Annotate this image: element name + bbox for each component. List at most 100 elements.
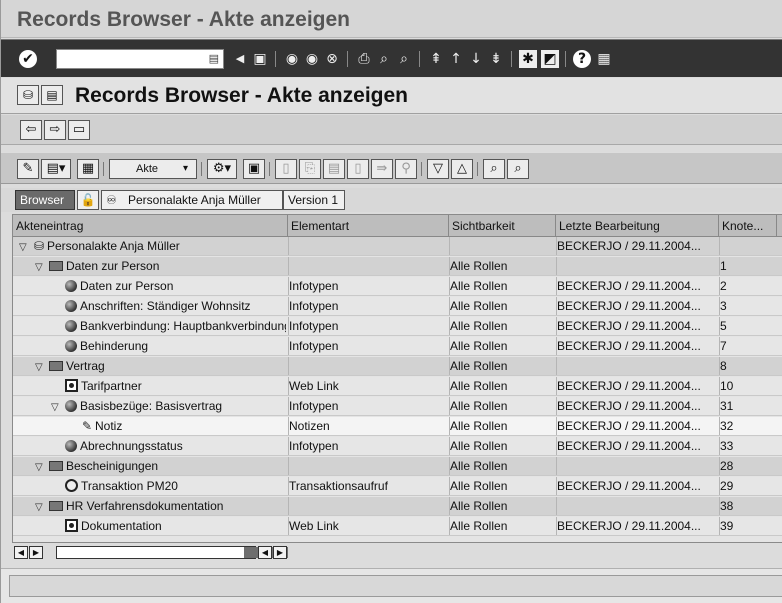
print-icon[interactable]: ⎙ (355, 50, 373, 68)
records-browser-icon[interactable]: ⛁ (17, 85, 39, 105)
cell-elementart (289, 457, 447, 475)
cell-letzte-bearbeitung: BECKERJO / 29.11.2004... (557, 279, 701, 293)
expand-all-icon[interactable]: ▽ (427, 159, 449, 179)
table-row[interactable]: Behinderung Infotypen Alle Rollen BECKERJO … (13, 337, 782, 356)
cell-letzte-bearbeitung: BECKERJO / 29.11.2004... (557, 419, 701, 433)
cell-sichtbarkeit: Alle Rollen (450, 379, 508, 393)
table-row[interactable]: ▽ Daten zur Person Alle Rollen 1 (13, 257, 782, 276)
page-title: Records Browser - Akte anzeigen (75, 84, 408, 107)
layout-menu-icon[interactable]: ▦ (595, 50, 613, 68)
expand-toggle-icon[interactable]: ▽ (35, 459, 47, 475)
table-view-icon[interactable]: ▦ (77, 159, 99, 179)
forward-icon[interactable]: ⇛ (371, 159, 393, 179)
cell-akteneintrag: ▽ ⛁ Personalakte Anja Müller (13, 237, 286, 255)
command-history-dropdown-icon[interactable]: ▤ (209, 52, 219, 65)
back-arrow-icon[interactable]: ⇦ (20, 120, 42, 140)
search-next-icon[interactable]: ⌕ (507, 159, 529, 179)
table-row[interactable]: ▽ Vertrag Alle Rollen 8 (13, 357, 782, 376)
menu-icon[interactable]: ▤ (41, 85, 63, 105)
breadcrumb-record[interactable]: ♾ Personalakte Anja Müller (101, 190, 283, 210)
table-row[interactable]: Bankverbindung: Hauptbankverbindung Infot… (13, 317, 782, 336)
table-row[interactable]: ▽ Basisbezüge: Basisvertrag Infotypen Alle … (13, 397, 782, 416)
prev-page-icon[interactable]: ↑ (447, 50, 465, 68)
cell-letzte-bearbeitung: BECKERJO / 29.11.2004... (557, 319, 701, 333)
find-next-icon[interactable]: ⌕ (395, 50, 413, 68)
cell-letzte-bearbeitung: BECKERJO / 29.11.2004... (557, 379, 701, 393)
expand-toggle-icon[interactable]: ▽ (51, 399, 63, 415)
scroll-left-icon[interactable]: ◀ (14, 546, 28, 559)
exit-icon[interactable]: ◉ (303, 50, 321, 68)
horizontal-scrollbar[interactable]: ◀ ▶ ◀ ▶ (12, 543, 782, 561)
find-icon[interactable]: ⌕ (375, 50, 393, 68)
expand-toggle-icon[interactable]: ▽ (35, 499, 47, 515)
cell-akteneintrag: ▽ HR Verfahrensdokumentation (13, 497, 286, 515)
create-session-icon[interactable]: ✱ (519, 50, 537, 68)
collapse-all-icon[interactable]: △ (451, 159, 473, 179)
column-header-letzte-bearbeitung[interactable]: Letzte Bearbeitung (556, 215, 719, 237)
cell-akteneintrag: Behinderung (13, 337, 286, 355)
infotype-icon (65, 280, 77, 292)
first-page-icon[interactable]: ⇞ (427, 50, 445, 68)
cell-akteneintrag: Daten zur Person (13, 277, 286, 295)
table-row[interactable]: Abrechnungsstatus Infotypen Alle Rollen BEC… (13, 437, 782, 456)
forward-arrow-icon[interactable]: ⇨ (44, 120, 66, 140)
settings-dropdown-icon[interactable]: ⚙▾ (207, 159, 237, 179)
scroll-left-2-icon[interactable]: ◀ (258, 546, 272, 559)
infotype-icon (65, 400, 77, 412)
column-header-sichtbarkeit[interactable]: Sichtbarkeit (449, 215, 556, 237)
table-row[interactable]: ▽ HR Verfahrensdokumentation Alle Rollen 38 (13, 497, 782, 516)
expand-toggle-icon[interactable]: ▽ (19, 239, 31, 255)
next-page-icon[interactable]: ↓ (467, 50, 485, 68)
scroll-track[interactable] (56, 546, 288, 559)
overview-icon[interactable]: ▭ (68, 120, 90, 140)
scroll-right-icon[interactable]: ▶ (29, 546, 43, 559)
folder-icon (49, 261, 63, 271)
cell-knoten: 1 (720, 259, 727, 273)
table-row[interactable]: ✎ Notiz Notizen Alle Rollen BECKERJO / 29.11… (13, 417, 782, 436)
delete-icon[interactable]: ▯ (347, 159, 369, 179)
command-field[interactable]: ▤ (56, 49, 224, 69)
last-page-icon[interactable]: ⇟ (487, 50, 505, 68)
column-header-akteneintrag[interactable]: Akteneintrag (13, 215, 288, 237)
paste-icon[interactable]: ▤ (323, 159, 345, 179)
help-icon[interactable]: ? (573, 50, 591, 68)
table-row[interactable]: ▽ Bescheinigungen Alle Rollen 28 (13, 457, 782, 476)
lock-icon[interactable]: 🔓 (77, 190, 99, 210)
edit-pencil-icon[interactable]: ✎ (17, 159, 39, 179)
save-icon[interactable]: ▣ (251, 50, 269, 68)
cell-sichtbarkeit: Alle Rollen (450, 499, 508, 513)
akte-menu-button[interactable]: Akte ▾ (109, 159, 197, 179)
collapse-arrow-icon[interactable]: ◀ (231, 50, 249, 68)
cancel-icon[interactable]: ⊗ (323, 50, 341, 68)
search-icon[interactable]: ⌕ (483, 159, 505, 179)
link-icon[interactable]: ⚲ (395, 159, 417, 179)
scroll-right-2-icon[interactable]: ▶ (273, 546, 287, 559)
breadcrumb-browser[interactable]: Browser (15, 190, 75, 210)
table-row[interactable]: Dokumentation Web Link Alle Rollen BECKERJO… (13, 517, 782, 536)
sap-window: Records Browser - Akte anzeigen ✔ ▤ ◀ ▣ … (0, 0, 782, 603)
table-row[interactable]: Anschriften: Ständiger Wohnsitz Infotypen… (13, 297, 782, 316)
enter-check-icon[interactable]: ✔ (19, 50, 37, 68)
display-dropdown-icon[interactable]: ▤▾ (41, 159, 71, 179)
expand-toggle-icon[interactable]: ▽ (35, 359, 47, 375)
cell-sichtbarkeit: Alle Rollen (450, 259, 508, 273)
cell-letzte-bearbeitung (557, 457, 717, 475)
breadcrumb-version[interactable]: Version 1 (283, 190, 345, 210)
table-row[interactable]: Daten zur Person Infotypen Alle Rollen BECK… (13, 277, 782, 296)
expand-toggle-icon[interactable]: ▽ (35, 259, 47, 275)
create-icon[interactable]: ▯ (275, 159, 297, 179)
cell-sichtbarkeit: Alle Rollen (450, 519, 508, 533)
column-header-elementart[interactable]: Elementart (288, 215, 449, 237)
copy-icon[interactable]: ⎘ (299, 159, 321, 179)
table-row[interactable]: Tarifpartner Web Link Alle Rollen BECKERJO … (13, 377, 782, 396)
cell-letzte-bearbeitung (557, 257, 717, 275)
back-icon[interactable]: ◉ (283, 50, 301, 68)
record-icon: ⛁ (33, 239, 45, 253)
row-label: Basisbezüge: Basisvertrag (80, 399, 223, 413)
table-row[interactable]: ▽ ⛁ Personalakte Anja Müller BECKERJO / 29.… (13, 237, 782, 256)
table-row[interactable]: Transaktion PM20 Transaktionsaufruf Alle R… (13, 477, 782, 496)
generate-shortcut-icon[interactable]: ◩ (541, 50, 559, 68)
weblink-icon (65, 519, 78, 532)
details-icon[interactable]: ▣ (243, 159, 265, 179)
column-header-knoten[interactable]: Knote... (719, 215, 777, 237)
